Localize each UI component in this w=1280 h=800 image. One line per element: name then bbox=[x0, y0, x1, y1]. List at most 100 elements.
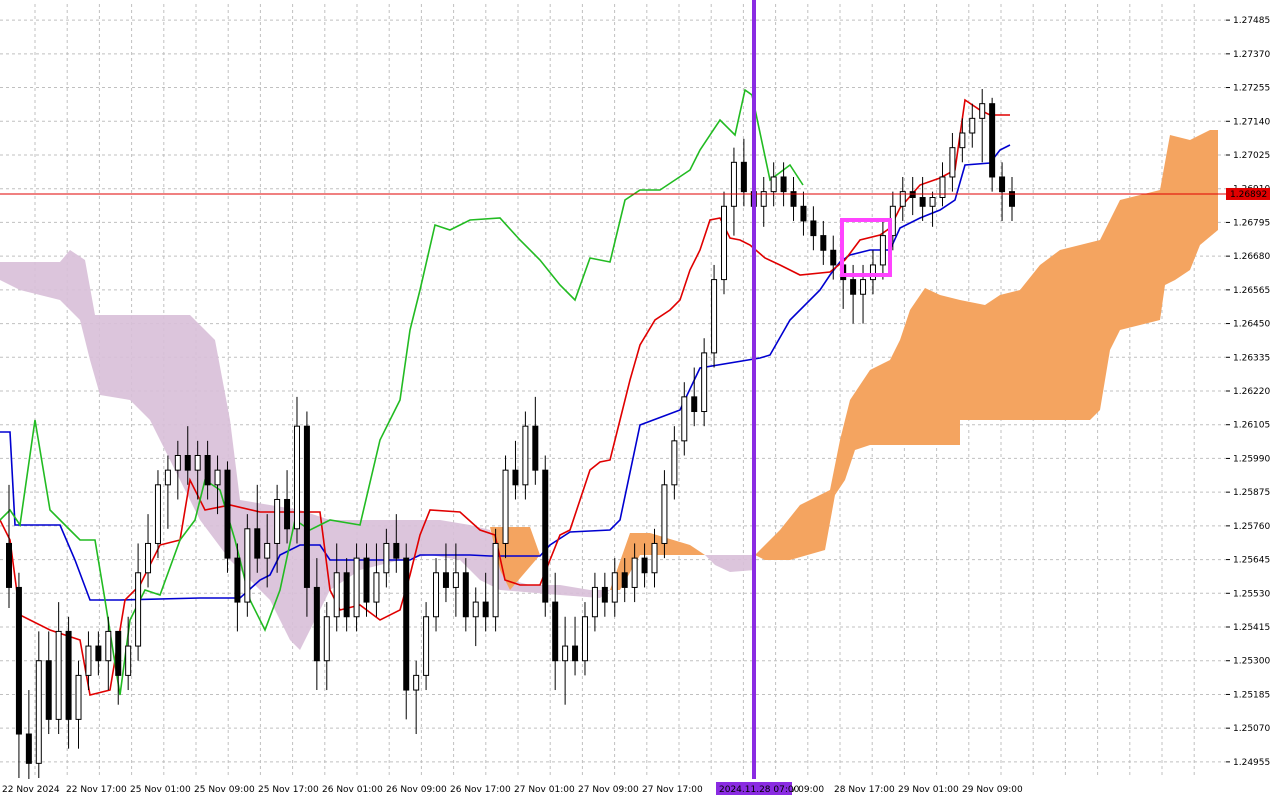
candle[interactable] bbox=[512, 440, 519, 500]
candle-body bbox=[512, 469, 519, 486]
y-tick-label: 1.24955 bbox=[1233, 758, 1270, 768]
candle-body bbox=[641, 557, 648, 574]
candle-body bbox=[224, 469, 231, 559]
x-tick-label: 25 Nov 01:00 bbox=[130, 785, 191, 795]
candle[interactable] bbox=[701, 338, 708, 427]
candle[interactable] bbox=[55, 602, 62, 735]
y-tick-label: 1.25185 bbox=[1233, 690, 1270, 700]
candle[interactable] bbox=[572, 616, 579, 676]
y-tick-label: 1.25530 bbox=[1233, 589, 1270, 599]
candle[interactable] bbox=[135, 543, 142, 661]
candle-body bbox=[532, 425, 539, 471]
candle[interactable] bbox=[591, 572, 598, 632]
candle-body bbox=[284, 498, 291, 530]
candle-body bbox=[810, 220, 817, 237]
candle[interactable] bbox=[462, 558, 469, 632]
candle-body bbox=[869, 264, 876, 281]
candle[interactable] bbox=[760, 176, 767, 227]
candle[interactable] bbox=[45, 631, 52, 735]
candle-body bbox=[303, 425, 310, 588]
candle[interactable] bbox=[95, 631, 102, 676]
candle[interactable] bbox=[999, 162, 1006, 221]
candle-body bbox=[55, 630, 62, 720]
candle-body bbox=[502, 469, 509, 544]
candle[interactable] bbox=[472, 587, 479, 647]
candle[interactable] bbox=[423, 602, 430, 691]
candle[interactable] bbox=[979, 89, 986, 163]
candle-body bbox=[860, 279, 867, 295]
candle[interactable] bbox=[244, 514, 251, 617]
ichimoku-chart[interactable]: 1.274851.273701.272551.271401.270251.269… bbox=[0, 0, 1280, 800]
candle-body bbox=[820, 235, 827, 251]
candle[interactable] bbox=[820, 220, 827, 265]
candle[interactable] bbox=[711, 264, 718, 368]
candle[interactable] bbox=[989, 97, 996, 192]
candle[interactable] bbox=[15, 572, 22, 778]
candle-body bbox=[274, 498, 281, 544]
candle[interactable] bbox=[869, 250, 876, 295]
candle[interactable] bbox=[581, 602, 588, 676]
candle-body bbox=[472, 601, 479, 618]
candle[interactable] bbox=[790, 176, 797, 221]
candle[interactable] bbox=[433, 558, 440, 632]
candle-body bbox=[85, 645, 92, 676]
candle[interactable] bbox=[909, 176, 916, 216]
y-tick-label: 1.25415 bbox=[1233, 623, 1270, 633]
candle[interactable] bbox=[403, 543, 410, 720]
candle[interactable] bbox=[562, 616, 569, 705]
candle-body bbox=[591, 586, 598, 618]
candle-body bbox=[721, 205, 728, 281]
candle-body bbox=[919, 197, 926, 207]
candle[interactable] bbox=[1009, 176, 1015, 221]
candle-body bbox=[45, 660, 52, 720]
candle[interactable] bbox=[810, 206, 817, 251]
candle[interactable] bbox=[879, 220, 886, 280]
cloud-bear bbox=[705, 555, 755, 572]
candle-body bbox=[204, 455, 211, 486]
candle[interactable] bbox=[959, 118, 966, 163]
candle[interactable] bbox=[949, 133, 956, 192]
candle[interactable] bbox=[35, 631, 42, 778]
candle[interactable] bbox=[502, 455, 509, 559]
candle[interactable] bbox=[145, 514, 152, 588]
candle[interactable] bbox=[125, 616, 132, 691]
candle[interactable] bbox=[492, 528, 499, 632]
candle[interactable] bbox=[293, 396, 300, 544]
candle-body bbox=[909, 191, 916, 199]
candle-body bbox=[433, 572, 440, 618]
candle[interactable] bbox=[6, 484, 12, 608]
current-price-label: 1.26892 bbox=[1230, 190, 1267, 200]
candle[interactable] bbox=[532, 396, 539, 485]
y-tick-label: 1.26450 bbox=[1233, 320, 1270, 330]
x-tick-label: 27 Nov 01:00 bbox=[514, 785, 575, 795]
candle[interactable] bbox=[681, 382, 688, 456]
candle[interactable] bbox=[75, 660, 82, 749]
candle-body bbox=[800, 205, 807, 222]
candle-body bbox=[145, 542, 152, 574]
candle-body bbox=[234, 557, 241, 603]
candle[interactable] bbox=[929, 191, 936, 227]
candle-body bbox=[661, 484, 668, 544]
candle[interactable] bbox=[740, 138, 747, 207]
candle[interactable] bbox=[800, 191, 807, 236]
candle[interactable] bbox=[542, 455, 549, 617]
x-tick-label: 26 Nov 01:00 bbox=[322, 785, 383, 795]
candle-body bbox=[949, 147, 956, 178]
candle-body bbox=[929, 197, 936, 207]
candle-body bbox=[105, 630, 112, 662]
candle[interactable] bbox=[939, 162, 946, 207]
y-tick-label: 1.25645 bbox=[1233, 556, 1270, 566]
candle[interactable] bbox=[303, 411, 310, 617]
candle[interactable] bbox=[601, 572, 608, 617]
candle-body bbox=[492, 542, 499, 618]
candle[interactable] bbox=[611, 558, 618, 617]
candle[interactable] bbox=[969, 103, 976, 148]
time-axis[interactable] bbox=[0, 779, 1280, 800]
candle-body bbox=[651, 542, 658, 574]
candle[interactable] bbox=[671, 426, 678, 500]
candle[interactable] bbox=[721, 191, 728, 295]
candle-body bbox=[35, 660, 42, 764]
candle[interactable] bbox=[224, 461, 231, 573]
candle[interactable] bbox=[65, 616, 72, 749]
candle[interactable] bbox=[413, 660, 420, 735]
